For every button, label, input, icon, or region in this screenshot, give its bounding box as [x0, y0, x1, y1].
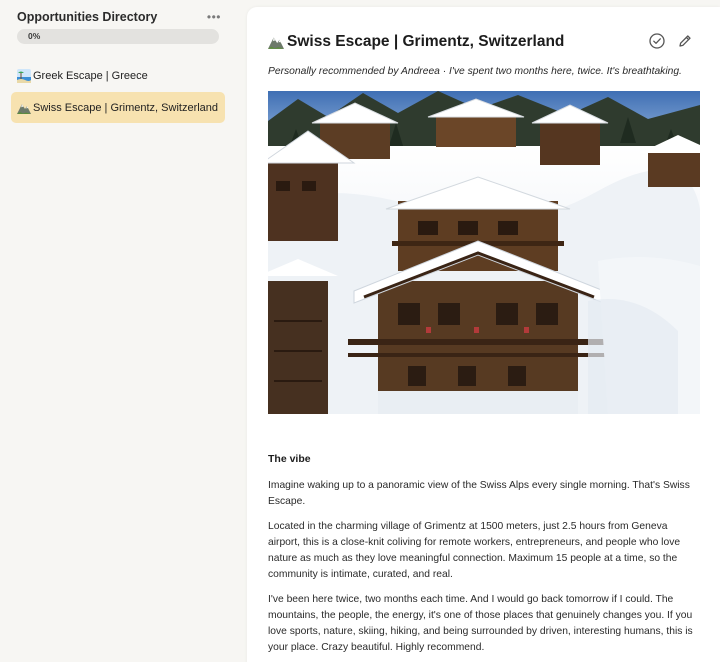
- sidebar: Opportunities Directory ••• 0% Greek Esc…: [0, 0, 247, 662]
- recommendation-note: Personally recommended by Andreea · I've…: [268, 66, 682, 77]
- mountain-emoji-icon: [268, 37, 284, 49]
- page-title-row: Swiss Escape | Grimentz, Switzerland: [268, 32, 694, 52]
- sidebar-header: Opportunities Directory •••: [17, 8, 221, 26]
- progress-label: 0%: [28, 31, 41, 41]
- chalet-hero-image: [268, 91, 700, 414]
- edit-pencil-icon[interactable]: [676, 32, 694, 50]
- section-heading: The vibe: [268, 453, 311, 465]
- sidebar-item-label: Swiss Escape | Grimentz, Switzerland: [33, 101, 219, 114]
- page-title: Swiss Escape | Grimentz, Switzerland: [287, 33, 565, 50]
- sidebar-item-greek-escape[interactable]: Greek Escape | Greece: [11, 60, 225, 91]
- detail-card: Swiss Escape | Grimentz, Switzerland Per…: [247, 7, 720, 662]
- paragraph: Located in the charming village of Grime…: [268, 521, 681, 580]
- check-circle-icon[interactable]: [648, 32, 666, 50]
- paragraph: Imagine waking up to a panoramic view of…: [268, 480, 690, 507]
- title-actions: [648, 32, 694, 50]
- sidebar-item-label: Greek Escape | Greece: [33, 69, 148, 82]
- chalet-illustration: [268, 91, 700, 414]
- sidebar-item-swiss-escape[interactable]: Swiss Escape | Grimentz, Switzerland: [11, 92, 225, 123]
- paragraph: I've been here twice, two months each ti…: [268, 594, 693, 653]
- more-options-icon[interactable]: •••: [207, 10, 221, 24]
- mountain-emoji-icon: [17, 103, 31, 114]
- beach-emoji-icon: [17, 68, 31, 83]
- sidebar-title: Opportunities Directory: [17, 10, 158, 24]
- progress-bar: 0%: [17, 29, 219, 44]
